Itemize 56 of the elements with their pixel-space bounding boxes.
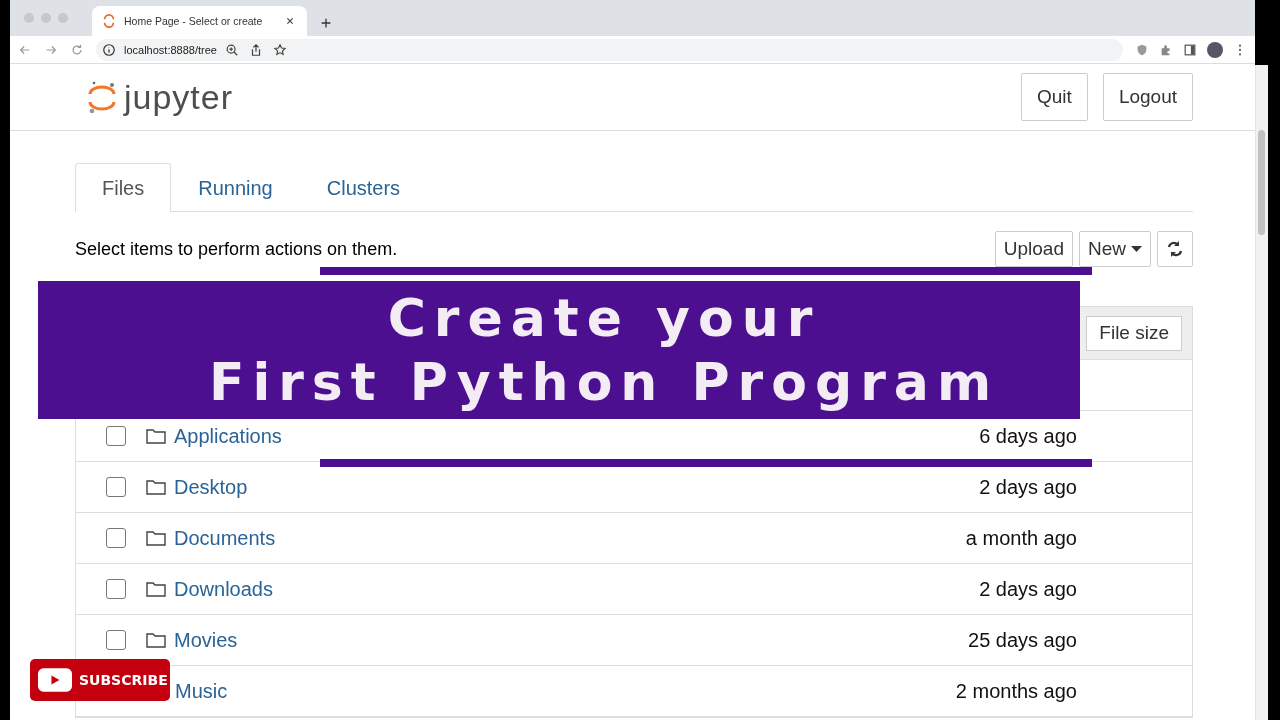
upload-button[interactable]: Upload [994,231,1073,267]
folder-link[interactable]: Downloads [174,577,273,601]
banner-title: First Python Program [208,351,1000,414]
folder-link[interactable]: Documents [174,526,276,550]
tab[interactable]: Clusters [299,163,428,212]
browser-tab[interactable]: Home Page - Select or create [92,6,307,36]
checkbox[interactable] [106,528,126,548]
spinner-icon [102,14,116,28]
tab[interactable]: Files [75,163,172,212]
folder-icon [146,581,166,597]
puzzle-icon[interactable] [1159,42,1173,57]
avatar[interactable] [1207,41,1223,58]
zoom-icon[interactable] [224,42,239,57]
logout-button[interactable]: Logout [1102,73,1193,121]
refresh-icon [1166,240,1184,258]
refresh-button[interactable] [1157,231,1193,267]
scrollbar[interactable] [1255,65,1268,720]
folder-icon [146,530,166,546]
modified-date: 6 days ago [979,424,1077,448]
folder-link[interactable]: Applications [174,424,282,448]
tab-title: Home Page - Select or create [124,15,264,27]
folder-icon [146,632,166,648]
shield-icon[interactable] [1135,42,1149,57]
folder-link[interactable]: Music [175,679,228,703]
checkbox[interactable] [106,579,126,599]
scrollbar-thumb[interactable] [1258,130,1265,235]
modified-date: 2 days ago [979,475,1077,499]
info-icon [102,42,116,57]
folder-link[interactable]: Desktop [174,475,248,499]
modified-date: 2 days ago [979,577,1077,601]
logo-text: jupyter [124,77,234,117]
checkbox[interactable] [106,426,126,446]
quit-button[interactable]: Quit [1021,73,1088,121]
star-icon[interactable] [272,42,287,57]
folder-icon [146,428,166,444]
modified-date: 2 months ago [955,679,1077,703]
modified-date: 25 days ago [968,628,1077,652]
folder-icon [146,479,166,495]
banner-title: Create your [387,287,821,350]
sort-button[interactable]: File size [1086,315,1182,351]
folder-link[interactable]: Movies [174,628,238,652]
url-text: localhost:8888/tree [124,43,217,56]
plus-icon[interactable] [319,16,333,30]
side-panel-icon[interactable] [1183,42,1197,57]
subscribe-button[interactable]: SUBSCRIBE [30,659,170,701]
address-bar[interactable]: localhost:8888/tree [96,38,1123,61]
logo-icon [86,79,118,115]
checkbox[interactable] [106,630,126,650]
instruction-text: Select items to perform actions on them. [75,238,398,260]
tab[interactable]: Running [171,163,300,212]
modified-date: a month ago [965,526,1077,550]
new-button[interactable]: New [1079,231,1151,267]
checkbox[interactable] [106,477,126,497]
play-icon [38,668,72,692]
reload-icon[interactable] [70,42,84,57]
caret-icon [1131,246,1142,252]
